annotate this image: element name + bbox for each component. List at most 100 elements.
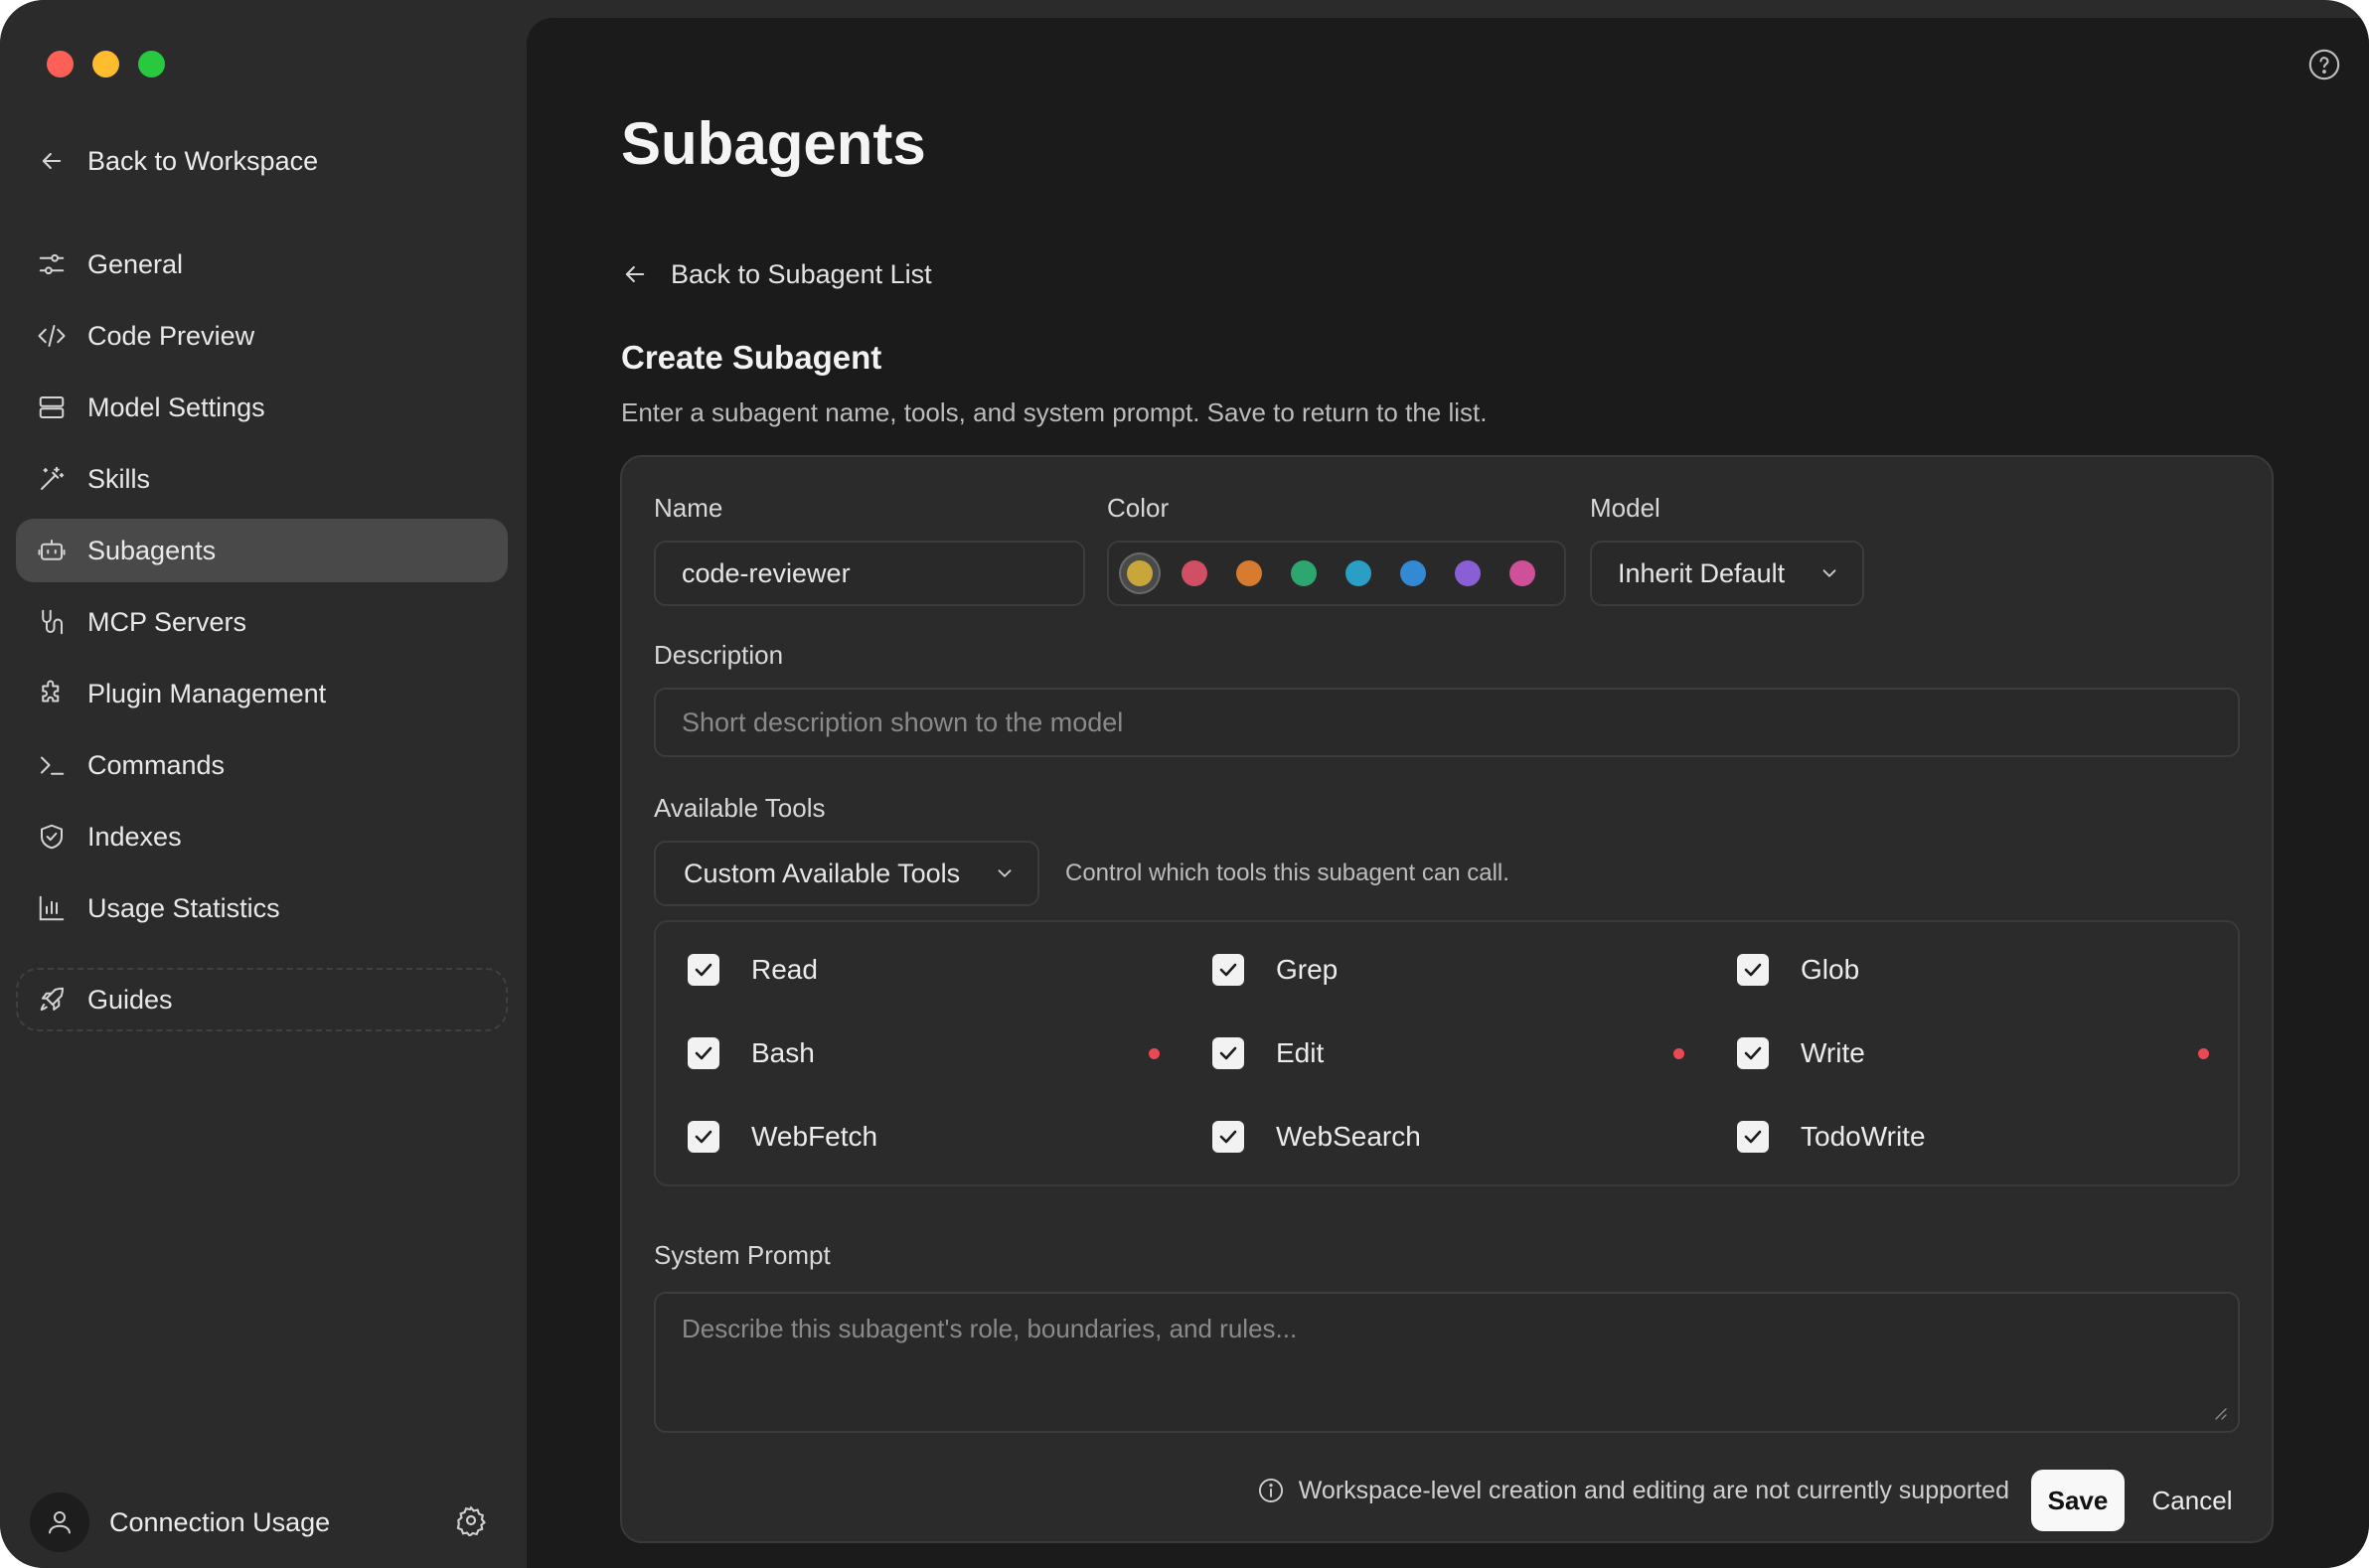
connection-usage[interactable]: Connection Usage: [30, 1492, 487, 1552]
sidebar-item-skills[interactable]: Skills: [16, 447, 508, 511]
tool-websearch-checkbox[interactable]: WebSearch: [1212, 1117, 1421, 1157]
checkbox-checked-icon: [1737, 954, 1769, 986]
color-swatch-red[interactable]: [1176, 554, 1213, 592]
color-swatch-blue[interactable]: [1394, 554, 1432, 592]
color-swatch-purple[interactable]: [1449, 554, 1487, 592]
tool-read-checkbox[interactable]: Read: [688, 950, 818, 990]
back-to-workspace-link[interactable]: Back to Workspace: [38, 139, 318, 183]
footer-note: Workspace-level creation and editing are…: [1257, 1461, 2009, 1520]
back-to-workspace-label: Back to Workspace: [87, 145, 319, 176]
model-label: Model: [1590, 493, 1660, 523]
window-controls: [47, 51, 165, 78]
description-placeholder: Short description shown to the model: [682, 706, 1124, 737]
help-icon[interactable]: [2307, 48, 2341, 81]
bar-chart-icon: [36, 892, 68, 924]
name-label: Name: [654, 493, 723, 523]
sidebar-item-code-preview[interactable]: Code Preview: [16, 304, 508, 368]
tool-label: Read: [751, 954, 818, 985]
model-select[interactable]: Inherit Default: [1590, 541, 1864, 606]
tool-label: WebSearch: [1276, 1121, 1421, 1152]
sidebar-item-indexes[interactable]: Indexes: [16, 805, 508, 868]
system-prompt-textarea[interactable]: Describe this subagent's role, boundarie…: [654, 1292, 2240, 1433]
gear-icon: [456, 1504, 486, 1537]
minimize-window-button[interactable]: [92, 51, 119, 78]
color-swatch-pink[interactable]: [1503, 554, 1541, 592]
tool-todowrite-checkbox[interactable]: TodoWrite: [1737, 1117, 1926, 1157]
tool-grep-checkbox[interactable]: Grep: [1212, 950, 1338, 990]
sidebar-item-model-settings[interactable]: Model Settings: [16, 376, 508, 439]
section-title: Create Subagent: [621, 339, 882, 376]
sidebar-item-general[interactable]: General: [16, 233, 508, 296]
sidebar-item-label: Code Preview: [87, 320, 255, 351]
color-swatch-yellow[interactable]: [1121, 554, 1159, 592]
server-icon: [36, 392, 68, 423]
warning-dot: [1673, 1048, 1684, 1059]
sidebar-item-plugin-management[interactable]: Plugin Management: [16, 662, 508, 725]
back-to-subagent-list-link[interactable]: Back to Subagent List: [621, 252, 932, 296]
tool-label: TodoWrite: [1801, 1121, 1926, 1152]
color-swatch-green[interactable]: [1285, 554, 1323, 592]
tool-webfetch-checkbox[interactable]: WebFetch: [688, 1117, 877, 1157]
sidebar-item-mcp-servers[interactable]: MCP Servers: [16, 590, 508, 654]
cancel-button[interactable]: Cancel: [2142, 1470, 2242, 1531]
close-window-button[interactable]: [47, 51, 74, 78]
terminal-icon: [36, 749, 68, 781]
color-swatch-orange[interactable]: [1230, 554, 1268, 592]
save-button[interactable]: Save: [2031, 1470, 2125, 1531]
section-description: Enter a subagent name, tools, and system…: [621, 397, 1488, 427]
system-prompt-placeholder: Describe this subagent's role, boundarie…: [682, 1314, 1298, 1343]
tool-bash-checkbox[interactable]: Bash: [688, 1033, 815, 1073]
info-icon: [1258, 1478, 1283, 1503]
tool-label: WebFetch: [751, 1121, 878, 1152]
connection-usage-label: Connection Usage: [109, 1506, 331, 1537]
name-input[interactable]: code-reviewer: [654, 541, 1085, 606]
tool-label: Bash: [751, 1037, 815, 1068]
warning-dot: [1149, 1048, 1160, 1059]
code-icon: [36, 320, 68, 352]
checkbox-checked-icon: [688, 1121, 719, 1153]
tool-label: Edit: [1276, 1037, 1325, 1068]
tool-label: Grep: [1276, 954, 1339, 985]
checkbox-checked-icon: [1737, 1037, 1769, 1069]
maximize-window-button[interactable]: [138, 51, 165, 78]
sidebar-item-label: Usage Statistics: [87, 892, 280, 923]
avatar[interactable]: [30, 1492, 89, 1552]
description-label: Description: [654, 640, 784, 670]
sidebar-item-commands[interactable]: Commands: [16, 733, 508, 797]
sidebar-item-label: Subagents: [87, 535, 217, 565]
color-swatch-teal[interactable]: [1340, 554, 1377, 592]
tools-mode-select[interactable]: Custom Available Tools: [654, 841, 1039, 906]
checkbox-checked-icon: [1212, 1121, 1244, 1153]
tools-mode-value: Custom Available Tools: [684, 858, 961, 888]
create-subagent-form: Name code-reviewer Color Model Inherit D…: [620, 455, 2274, 1543]
sidebar-item-guides[interactable]: Guides: [16, 968, 508, 1031]
arrow-left-icon: [42, 152, 62, 170]
sidebar-item-label: Indexes: [87, 821, 182, 852]
chevron-down-icon: [1822, 569, 1836, 577]
sidebar-item-label: Plugin Management: [87, 678, 327, 708]
puzzle-icon: [36, 678, 68, 709]
sidebar: Back to Workspace General Code Preview M…: [0, 0, 527, 1568]
settings-button[interactable]: [455, 1504, 487, 1541]
plug-icon: [36, 606, 68, 638]
checkbox-checked-icon: [688, 954, 719, 986]
app-window: Back to Workspace General Code Preview M…: [0, 0, 2369, 1568]
color-label: Color: [1107, 493, 1170, 523]
footer-note-text: Workspace-level creation and editing are…: [1298, 1476, 2009, 1504]
sidebar-item-label: General: [87, 248, 184, 279]
description-input[interactable]: Short description shown to the model: [654, 688, 2240, 757]
robot-icon: [36, 535, 68, 566]
sidebar-item-label: Commands: [87, 749, 226, 780]
system-prompt-label: System Prompt: [654, 1240, 831, 1270]
settings-nav: General Code Preview Model Settings Skil…: [16, 233, 508, 948]
tool-edit-checkbox[interactable]: Edit: [1212, 1033, 1324, 1073]
tool-glob-checkbox[interactable]: Glob: [1737, 950, 1859, 990]
resize-handle-icon[interactable]: [2212, 1405, 2228, 1421]
tool-write-checkbox[interactable]: Write: [1737, 1033, 1865, 1073]
checkbox-checked-icon: [688, 1037, 719, 1069]
page-title: Subagents: [621, 110, 926, 177]
tools-checklist: Read Grep Glob Bash Edit Write WebFetch …: [654, 920, 2240, 1186]
sidebar-item-subagents[interactable]: Subagents: [16, 519, 508, 582]
sidebar-item-usage-statistics[interactable]: Usage Statistics: [16, 876, 508, 940]
main-panel: Subagents Back to Subagent List Create S…: [527, 18, 2369, 1568]
